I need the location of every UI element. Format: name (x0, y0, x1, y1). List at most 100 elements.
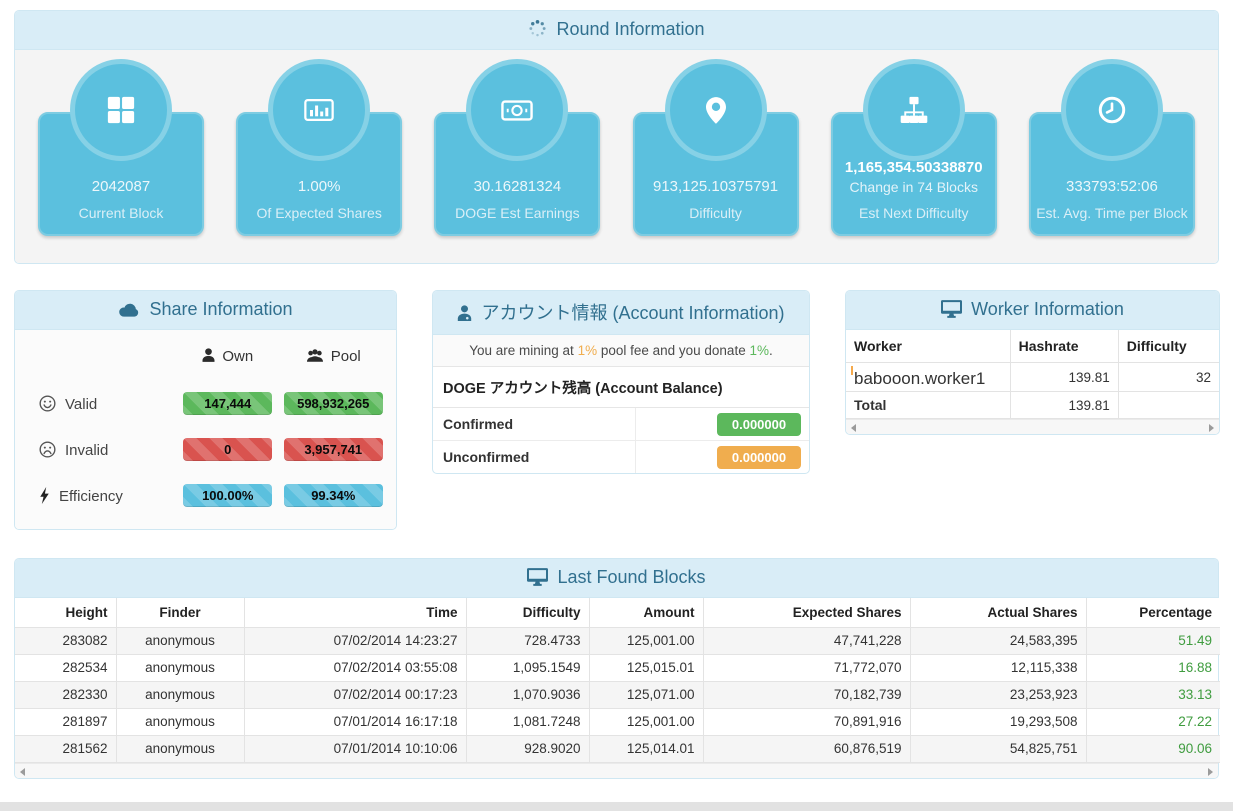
tile-circle (664, 59, 767, 161)
share-information-panel: Share Information Own Pool Valid 147,444… (14, 290, 397, 530)
worker-total-row: Total 139.81 (846, 391, 1219, 419)
account-information-heading: アカウント情報 (Account Information) (433, 291, 809, 335)
blocks-table-cell: 70,891,916 (702, 708, 911, 736)
th-large-icon (107, 96, 135, 124)
tile-label: Of Expected Shares (256, 205, 382, 221)
worker-column-header: Worker (846, 330, 1011, 363)
blocks-table-cell: 70,182,739 (702, 681, 911, 709)
scroll-right-arrow[interactable] (1208, 768, 1213, 776)
unconfirmed-row: Unconfirmed 0.000000 (433, 441, 809, 473)
blocks-table-cell: 283082 (15, 627, 117, 655)
tile-value: 2042087 (91, 178, 151, 195)
blocks-table-cell: 24,583,395 (909, 627, 1087, 655)
map-marker-icon (705, 96, 726, 124)
round-information-heading: Round Information (15, 11, 1218, 50)
valid-pool-badge: 598,932,265 (283, 392, 383, 415)
fee-notice: You are mining at 1% pool fee and you do… (433, 335, 809, 367)
blocks-table-cell: 125,071.00 (588, 681, 704, 709)
actual-shares-column-header: Actual Shares (909, 598, 1087, 628)
own-column-header: Own (175, 348, 281, 365)
finder-column-header: Finder (115, 598, 245, 628)
tile-value: 1,165,354.50338870 (844, 159, 983, 176)
tile-value: 333793:52:06 (1066, 178, 1158, 195)
blocks-table-cell: anonymous (115, 708, 245, 736)
scroll-left-arrow[interactable] (851, 424, 856, 432)
worker-table: Worker Hashrate Difficulty babooon.worke… (846, 330, 1219, 419)
tile-circle (862, 59, 965, 161)
blocks-table-cell: 125,015.01 (588, 654, 704, 682)
money-icon (501, 99, 534, 121)
unconfirmed-balance-badge: 0.000000 (717, 446, 801, 469)
account-information-panel: アカウント情報 (Account Information) You are mi… (432, 290, 810, 474)
blocks-table-cell: 125,001.00 (588, 627, 704, 655)
blocks-table-row: 282534 anonymous 07/02/2014 03:55:08 1,095.… (15, 654, 1220, 682)
middle-row: Share Information Own Pool Valid 147,444… (14, 290, 1220, 530)
tile-label: Current Block (78, 205, 164, 221)
stat-tile-est-earnings: 30.16281324 DOGE Est Earnings (434, 59, 601, 236)
round-information-body: 2042087 Current Block 1.00% Of Expected … (15, 50, 1218, 263)
worker-information-title: Worker Information (971, 299, 1124, 319)
blocks-table-row: 281562 anonymous 07/01/2014 10:10:06 928.90… (15, 735, 1220, 763)
blocks-table-cell: 07/02/2014 14:23:27 (243, 627, 467, 655)
percentage-column-header: Percentage (1085, 598, 1220, 628)
blocks-table-cell: 07/02/2014 00:17:23 (243, 681, 467, 709)
blocks-table-row: 283082 anonymous 07/02/2014 14:23:27 728.47… (15, 627, 1220, 655)
stat-tile-current-block: 2042087 Current Block (38, 59, 204, 236)
scroll-left-arrow[interactable] (20, 768, 25, 776)
user-icon (202, 348, 215, 362)
donate-value: 1% (749, 343, 769, 358)
blocks-table-row: 282330 anonymous 07/02/2014 00:17:23 1,070.… (15, 681, 1220, 709)
confirmed-label: Confirmed (433, 408, 637, 440)
blocks-table-cell: 1,095.1549 (465, 654, 590, 682)
blocks-table-row: 281897 anonymous 07/01/2014 16:17:18 1,081.… (15, 708, 1220, 736)
share-information-heading: Share Information (15, 291, 396, 330)
round-information-panel: Round Information 2042087 Current Block … (14, 10, 1219, 264)
efficiency-own-badge: 100.00% (183, 484, 273, 507)
blocks-table-header-row: Height Finder Time Difficulty Amount Exp… (15, 598, 1220, 628)
worker-horizontal-scrollbar[interactable] (846, 419, 1219, 434)
blocks-horizontal-scrollbar[interactable] (15, 763, 1218, 778)
blocks-table-cell: 90.06 (1085, 735, 1220, 763)
stat-tile-expected-shares: 1.00% Of Expected Shares (236, 59, 403, 236)
blocks-table-cell: 54,825,751 (909, 735, 1087, 763)
blocks-table-cell: anonymous (115, 735, 245, 763)
blocks-table-cell: anonymous (115, 627, 245, 655)
blocks-table-cell: anonymous (115, 681, 245, 709)
worker-name-cell[interactable]: babooon.worker1 (846, 362, 1011, 392)
invalid-pool-badge: 3,957,741 (283, 438, 383, 461)
spinner-icon (529, 20, 547, 37)
blocks-table-cell: 125,001.00 (588, 708, 704, 736)
page-bottom-strip (0, 802, 1233, 811)
share-row-efficiency: Efficiency 100.00% 99.34% (25, 484, 386, 507)
blocks-table-cell: 282330 (15, 681, 117, 709)
tile-label: Est. Avg. Time per Block (1036, 205, 1188, 221)
blocks-table-cell: 728.4733 (465, 627, 590, 655)
confirmed-balance-badge: 0.000000 (717, 413, 801, 436)
height-column-header: Height (15, 598, 117, 628)
blocks-table-cell: 19,293,508 (909, 708, 1087, 736)
blocks-table-cell: 928.9020 (465, 735, 590, 763)
tile-circle (466, 59, 569, 161)
worker-information-body: Worker Hashrate Difficulty babooon.worke… (846, 330, 1219, 434)
last-found-blocks-panel: Last Found Blocks Height Finder Time Dif… (14, 558, 1220, 779)
tile-label: Difficulty (689, 205, 742, 221)
difficulty-column-header: Difficulty (1117, 330, 1219, 363)
account-information-body: You are mining at 1% pool fee and you do… (433, 335, 809, 473)
tile-circle (70, 59, 172, 161)
users-icon (306, 349, 323, 362)
blocks-table-cell: 07/01/2014 16:17:18 (243, 708, 467, 736)
stat-tile-avg-time-per-block: 333793:52:06 Est. Avg. Time per Block (1028, 59, 1195, 236)
blocks-table-cell: 07/02/2014 03:55:08 (243, 654, 467, 682)
pool-column-header: Pool (281, 348, 387, 365)
frown-icon (39, 440, 56, 458)
blocks-table-cell: 71,772,070 (702, 654, 911, 682)
blocks-table-cell: 281562 (15, 735, 117, 763)
smile-icon (39, 394, 56, 412)
last-found-blocks-body: Height Finder Time Difficulty Amount Exp… (15, 598, 1220, 778)
round-information-title: Round Information (556, 19, 705, 39)
scroll-right-arrow[interactable] (1209, 424, 1214, 432)
invalid-label: Invalid (25, 440, 175, 459)
share-row-valid: Valid 147,444 598,932,265 (25, 392, 386, 415)
valid-own-badge: 147,444 (183, 392, 273, 415)
share-information-title: Share Information (149, 299, 293, 319)
